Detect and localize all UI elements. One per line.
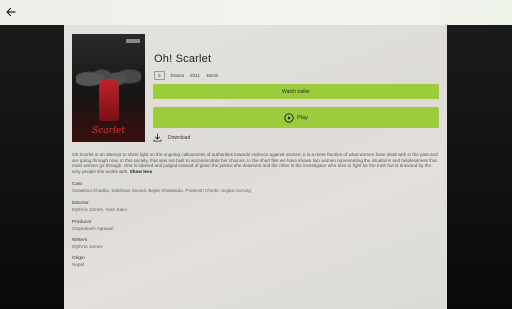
poster-logo: [126, 39, 140, 43]
movie-poster: Scarlet: [72, 34, 145, 142]
play-label: Play: [297, 114, 308, 121]
cast-value: Swastima Khadka, Saksham Suvedi, Bejan K…: [72, 188, 251, 193]
poster-title: Scarlet: [92, 126, 125, 136]
producer-value: Omprakash Agrawal: [72, 226, 114, 231]
watch-trailer-label: Watch trailer: [282, 88, 310, 95]
arrow-left-icon: [6, 7, 16, 17]
origin-value: Nepal: [72, 262, 85, 267]
download-button[interactable]: Download: [153, 133, 190, 142]
movie-details-panel: Scarlet Oh! Scarlet 0 Drama 2021 18min W…: [64, 25, 447, 309]
duration-label: 18min: [206, 73, 219, 78]
play-icon: [284, 112, 294, 123]
download-icon: [153, 133, 162, 142]
year-label: 2021: [190, 73, 201, 78]
right-backdrop: [447, 25, 512, 309]
director-value: Mythnis James, Yash Saini: [72, 207, 127, 212]
writers-label: Writers: [72, 238, 88, 243]
left-backdrop: [0, 25, 64, 309]
movie-title: Oh! Scarlet: [154, 53, 212, 65]
watch-trailer-button[interactable]: Watch trailer: [153, 84, 439, 99]
writers-value: Mythnis James: [72, 244, 103, 249]
top-bar: [0, 0, 512, 25]
genre-label: Drama: [170, 73, 185, 78]
movie-meta: 0 Drama 2021 18min: [154, 71, 218, 80]
origin-label: Origin: [72, 256, 85, 261]
back-button[interactable]: [4, 5, 18, 19]
movie-description: Oh Scarlet is an attempt to shine light …: [72, 152, 438, 174]
poster-red-dress: [99, 79, 119, 121]
producer-label: Producer: [72, 220, 92, 225]
rating-badge: 0: [154, 71, 165, 80]
show-less-link[interactable]: Show less: [130, 169, 152, 174]
director-label: Director: [72, 201, 89, 206]
download-label: Download: [168, 134, 191, 141]
play-button[interactable]: Play: [153, 107, 439, 128]
cast-label: Cast: [72, 182, 82, 187]
description-text: Oh Scarlet is an attempt to shine light …: [72, 152, 438, 174]
